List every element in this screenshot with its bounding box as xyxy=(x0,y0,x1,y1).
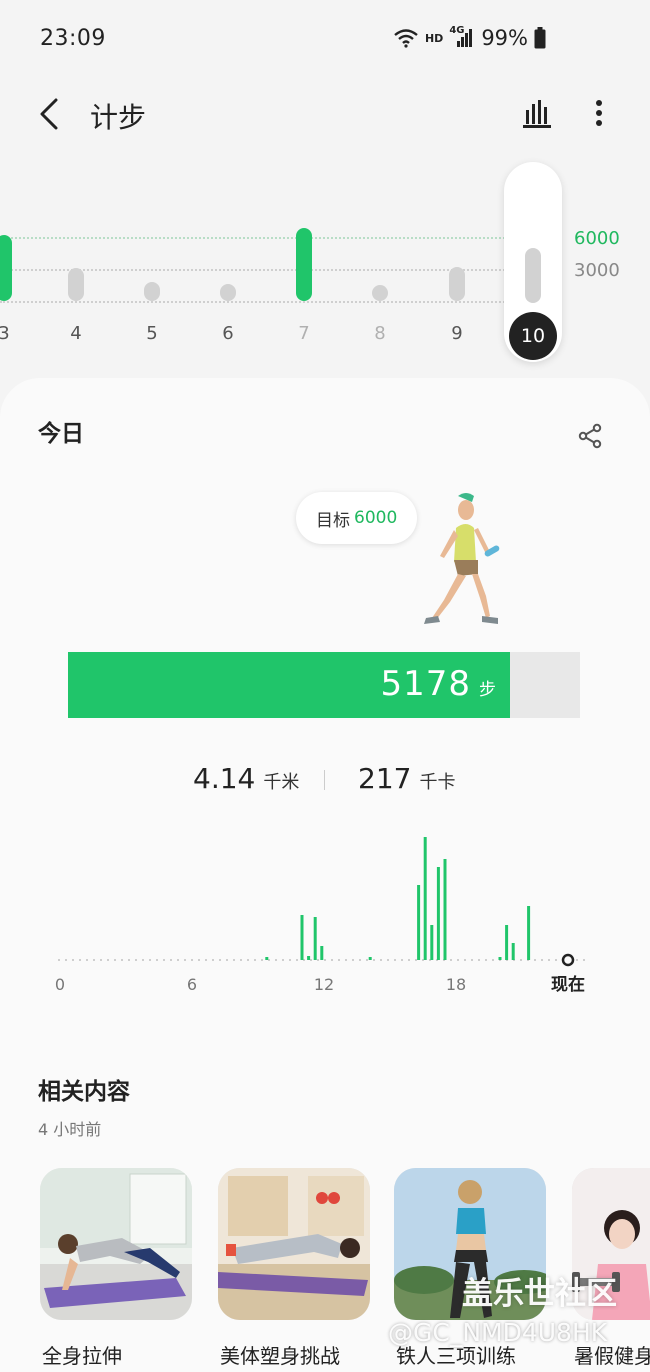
hourly-bar xyxy=(320,946,324,960)
mid-axis-label: 3000 xyxy=(574,260,620,281)
today-card: 今日 目标 6000 5178 步 4.14 千米 217 千卡 0 6 12 … xyxy=(0,378,650,1372)
more-options-button[interactable] xyxy=(584,96,614,130)
steps-progress-bar: 5178 步 xyxy=(68,652,580,718)
battery-icon xyxy=(534,27,546,49)
hourly-bar xyxy=(511,943,515,960)
distance-stat: 4.14 千米 xyxy=(193,762,299,795)
signal-icon: 4G xyxy=(449,25,473,49)
day-label: 5 xyxy=(146,323,158,344)
share-icon xyxy=(578,423,602,449)
distance-value: 4.14 xyxy=(193,762,256,795)
x-tick-label: 6 xyxy=(187,975,197,994)
now-marker xyxy=(561,953,575,967)
hourly-bar xyxy=(436,867,440,960)
day-label: 6 xyxy=(222,323,234,344)
bar-chart-icon xyxy=(523,100,551,128)
signal-type-label: 4G xyxy=(449,25,465,36)
wifi-icon xyxy=(394,29,418,48)
day-bar xyxy=(449,266,465,301)
status-bar: 23:09 HD 4G 99% xyxy=(0,0,650,80)
goal-text: 目标 xyxy=(316,510,350,531)
app-header: 计步 xyxy=(0,80,650,150)
watermark-logo: 盖乐世社区 xyxy=(462,1276,617,1312)
x-tick-label: 12 xyxy=(314,975,334,994)
x-tick-label: 现在 xyxy=(551,974,585,995)
day-bar xyxy=(296,228,312,301)
goal-axis-label: 6000 xyxy=(574,228,620,249)
hourly-bar xyxy=(443,859,447,960)
day-column[interactable]: 8 xyxy=(360,160,400,360)
walker-illustration xyxy=(424,493,500,624)
day-column[interactable]: 3 xyxy=(0,160,24,360)
weekly-steps-strip: 6000 3000 3 4 5 6 7 8 9 10 xyxy=(0,160,650,375)
hourly-bar xyxy=(527,906,531,960)
body-shaping-image xyxy=(218,1168,370,1320)
day-label: 4 xyxy=(70,323,82,344)
trends-button[interactable] xyxy=(520,96,554,130)
more-vert-icon xyxy=(596,100,602,126)
steps-value: 5178 xyxy=(380,664,471,704)
steps-unit: 步 xyxy=(479,680,496,700)
day-label: 3 xyxy=(0,323,10,344)
day-bar xyxy=(144,281,160,301)
related-item-label: 全身拉伸 xyxy=(42,1344,122,1368)
day-column[interactable]: 6 xyxy=(208,160,248,360)
day-bar xyxy=(220,283,236,301)
status-icons: HD 4G 99% xyxy=(393,25,546,50)
stretch-workout-image xyxy=(40,1168,192,1320)
calories-stat: 217 千卡 xyxy=(358,762,455,795)
calories-unit: 千卡 xyxy=(419,772,456,793)
stats-row: 4.14 千米 217 千卡 xyxy=(0,762,650,802)
status-time: 23:09 xyxy=(40,26,106,51)
related-content-title: 相关内容 xyxy=(38,1079,130,1105)
day-selected[interactable]: 10 xyxy=(504,162,562,362)
hourly-steps-chart: 0 6 12 18 现在 xyxy=(55,837,590,995)
day-bar xyxy=(372,285,388,301)
day-label: 9 xyxy=(451,323,463,344)
hourly-bar xyxy=(505,925,509,960)
hourly-bar xyxy=(498,957,502,960)
day-bar xyxy=(68,267,84,301)
day-bar xyxy=(0,234,12,301)
day-column[interactable]: 5 xyxy=(132,160,172,360)
calories-value: 217 xyxy=(358,762,412,795)
stats-divider xyxy=(324,770,325,790)
related-item-label: 美体塑身挑战 xyxy=(220,1344,340,1368)
hourly-bar xyxy=(313,917,317,960)
battery-percent: 99% xyxy=(481,26,528,50)
goal-bubble: 目标 6000 xyxy=(296,492,418,544)
day-column[interactable]: 4 xyxy=(56,160,96,360)
steps-count: 5178 步 xyxy=(380,664,496,704)
related-content-time: 4 小时前 xyxy=(38,1120,102,1139)
day-label: 8 xyxy=(374,323,386,344)
hourly-bar xyxy=(368,957,372,960)
x-tick-label: 18 xyxy=(446,975,466,994)
day-bar xyxy=(525,247,541,303)
hourly-bar xyxy=(430,925,434,960)
day-column[interactable]: 9 xyxy=(437,160,477,360)
hourly-bar xyxy=(307,956,311,960)
goal-value: 6000 xyxy=(354,508,398,528)
hourly-bar xyxy=(300,915,304,960)
day-column[interactable]: 7 xyxy=(284,160,324,360)
back-arrow-icon xyxy=(40,98,58,130)
day-label-selected: 10 xyxy=(509,312,557,360)
hourly-bar xyxy=(265,957,269,960)
hourly-bar xyxy=(423,837,427,960)
distance-unit: 千米 xyxy=(263,772,300,793)
pedometer-screen: 23:09 HD 4G 99% 计步 6000 3000 3 4 5 6 7 8… xyxy=(0,0,650,1372)
today-title: 今日 xyxy=(38,421,84,447)
day-label: 7 xyxy=(298,323,310,344)
page-title: 计步 xyxy=(90,101,147,134)
watermark-handle: @GC_NMD4U8HK xyxy=(388,1318,608,1347)
hd-label: HD xyxy=(424,31,444,45)
hourly-bar xyxy=(417,885,421,960)
share-button[interactable] xyxy=(576,422,604,450)
back-button[interactable] xyxy=(34,94,70,134)
x-tick-label: 0 xyxy=(55,975,65,994)
